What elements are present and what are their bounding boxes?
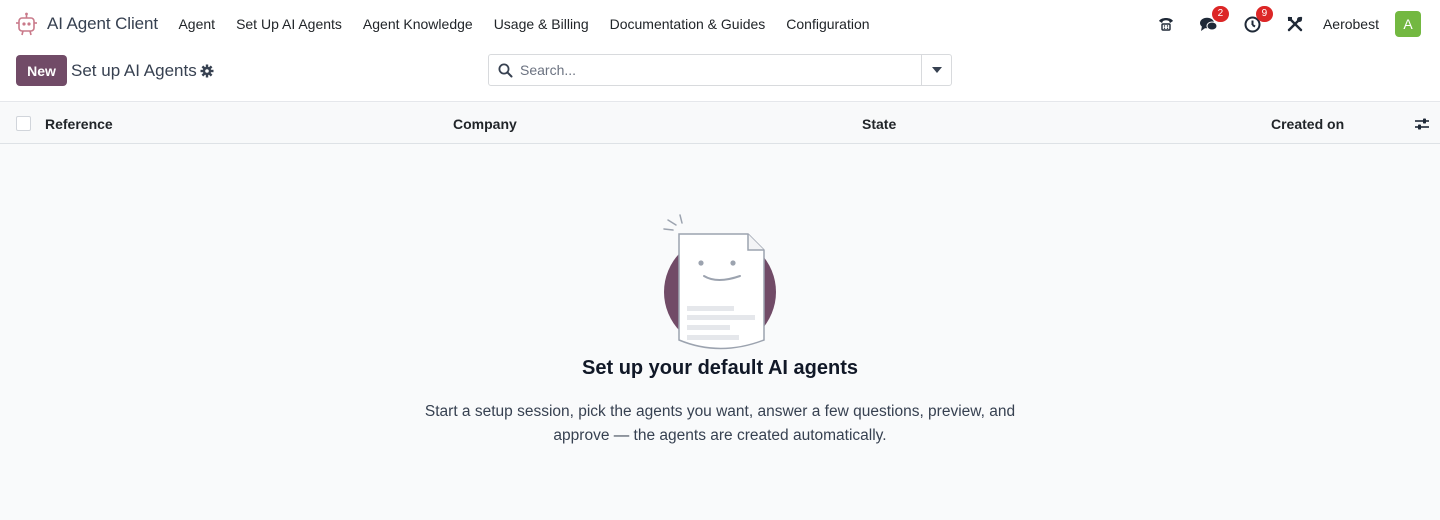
tools-icon[interactable] (1283, 12, 1307, 36)
menu-item-agent-knowledge[interactable]: Agent Knowledge (352, 16, 483, 32)
menu-item-agent[interactable]: Agent (168, 16, 226, 32)
search-input[interactable] (520, 56, 920, 84)
top-navbar: AI Agent Client Agent Set Up AI Agents A… (0, 0, 1440, 48)
empty-document-smile-icon (663, 214, 776, 350)
empty-state-title: Set up your default AI agents (582, 357, 858, 379)
app-name: AI Agent Client (47, 14, 158, 33)
gear-icon[interactable] (200, 64, 214, 78)
empty-state-description: Start a setup session, pick the agents y… (410, 400, 1030, 448)
empty-state-description-line-2: approve — the agents are created automat… (553, 427, 887, 444)
list-header: Reference Company State Created on (0, 103, 1440, 144)
column-header-state[interactable]: State (862, 116, 896, 132)
search-icon (498, 63, 513, 78)
menu-item-set-up-ai-agents[interactable]: Set Up AI Agents (226, 16, 353, 32)
user-avatar[interactable]: A (1395, 11, 1421, 37)
company-switcher[interactable]: Aerobest (1323, 16, 1379, 32)
clock-icon[interactable]: 9 (1241, 6, 1273, 36)
app-brand[interactable]: AI Agent Client (14, 12, 158, 37)
column-header-created-on[interactable]: Created on (1271, 116, 1344, 132)
menu-item-usage-billing[interactable]: Usage & Billing (483, 16, 599, 32)
optional-columns-icon[interactable] (1414, 116, 1430, 132)
search-box (488, 54, 952, 86)
select-all-checkbox[interactable] (16, 116, 31, 131)
caret-down-icon (931, 67, 942, 73)
menu-item-configuration[interactable]: Configuration (776, 16, 880, 32)
app-logo-icon (16, 12, 37, 35)
activities-count-badge: 9 (1255, 6, 1273, 22)
control-panel: New Set up AI Agents (0, 48, 1440, 102)
phone-icon[interactable] (1154, 12, 1178, 36)
main-menu: Agent Set Up AI Agents Agent Knowledge U… (168, 16, 880, 32)
search-options-toggle[interactable] (921, 55, 951, 85)
menu-item-documentation-guides[interactable]: Documentation & Guides (599, 16, 776, 32)
column-header-reference[interactable]: Reference (45, 116, 113, 132)
chat-bubbles-icon[interactable]: 2 (1197, 6, 1229, 36)
new-button[interactable]: New (16, 55, 67, 86)
page-title: Set up AI Agents (71, 61, 197, 80)
systray: 2 9 Aerobest A (1154, 0, 1440, 48)
column-header-company[interactable]: Company (453, 116, 517, 132)
messages-count-badge: 2 (1211, 6, 1229, 22)
empty-state-description-line-1: Start a setup session, pick the agents y… (424, 403, 1016, 420)
